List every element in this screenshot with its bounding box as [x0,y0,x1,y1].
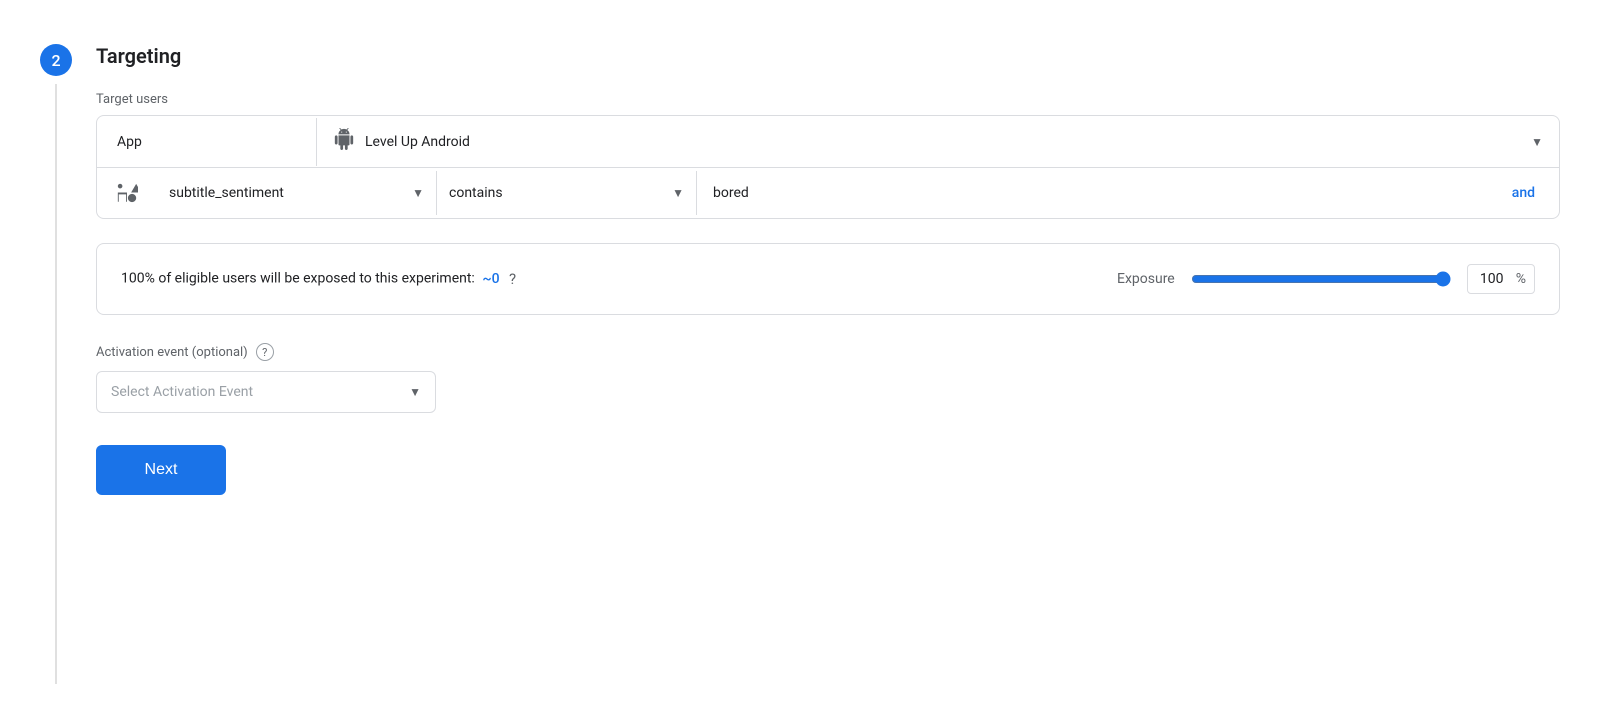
android-icon [333,128,355,155]
activation-placeholder: Select Activation Event [111,384,401,400]
exposure-controls: Exposure 100 % [1117,264,1535,294]
step-line [55,84,57,684]
target-users-label: Target users [96,92,1560,107]
target-users-box: App Level Up Android ▼ subtit [96,115,1560,219]
activation-label: Activation event (optional) [96,345,248,360]
exposure-slider[interactable] [1191,271,1451,287]
percent-sign: % [1516,265,1534,293]
operator-chevron-icon: ▼ [672,186,684,200]
activation-label-row: Activation event (optional) ? [96,343,1560,361]
exposure-label: Exposure [1117,271,1175,287]
app-label: App [97,118,317,166]
next-button[interactable]: Next [96,445,226,495]
content-area: Targeting Target users App Level Up Andr… [96,40,1560,684]
exposure-number: 100 [1468,265,1516,293]
help-icon[interactable]: ? [509,270,516,288]
activation-help-icon[interactable]: ? [256,343,274,361]
step-indicator: 2 [40,40,72,684]
filter-row: subtitle_sentiment ▼ contains ▼ bored an… [97,168,1559,218]
exposure-value-box: 100 % [1467,264,1535,294]
shapes-icon [116,182,138,204]
app-row: App Level Up Android ▼ [97,116,1559,168]
attribute-chevron-icon: ▼ [412,186,424,200]
exposure-box: 100% of eligible users will be exposed t… [96,243,1560,315]
value-cell: bored and [697,171,1559,215]
app-select-value: Level Up Android [365,134,1521,150]
filter-icon-cell [97,168,157,218]
filter-value: bored [713,185,1500,201]
activation-event-dropdown[interactable]: Select Activation Event ▼ [96,371,436,413]
activation-chevron-icon: ▼ [409,385,421,399]
attribute-value: subtitle_sentiment [169,185,404,201]
section-title: Targeting [96,40,1560,68]
operator-value: contains [449,185,664,201]
conjunction-link[interactable]: and [1512,185,1543,201]
app-chevron-icon: ▼ [1531,135,1543,149]
exposure-link[interactable]: ~0 [482,271,499,287]
app-select[interactable]: Level Up Android ▼ [317,116,1559,167]
step-number: 2 [40,44,72,76]
exposure-text: 100% of eligible users will be exposed t… [121,270,1101,288]
operator-select[interactable]: contains ▼ [437,171,697,215]
attribute-select[interactable]: subtitle_sentiment ▼ [157,171,437,215]
